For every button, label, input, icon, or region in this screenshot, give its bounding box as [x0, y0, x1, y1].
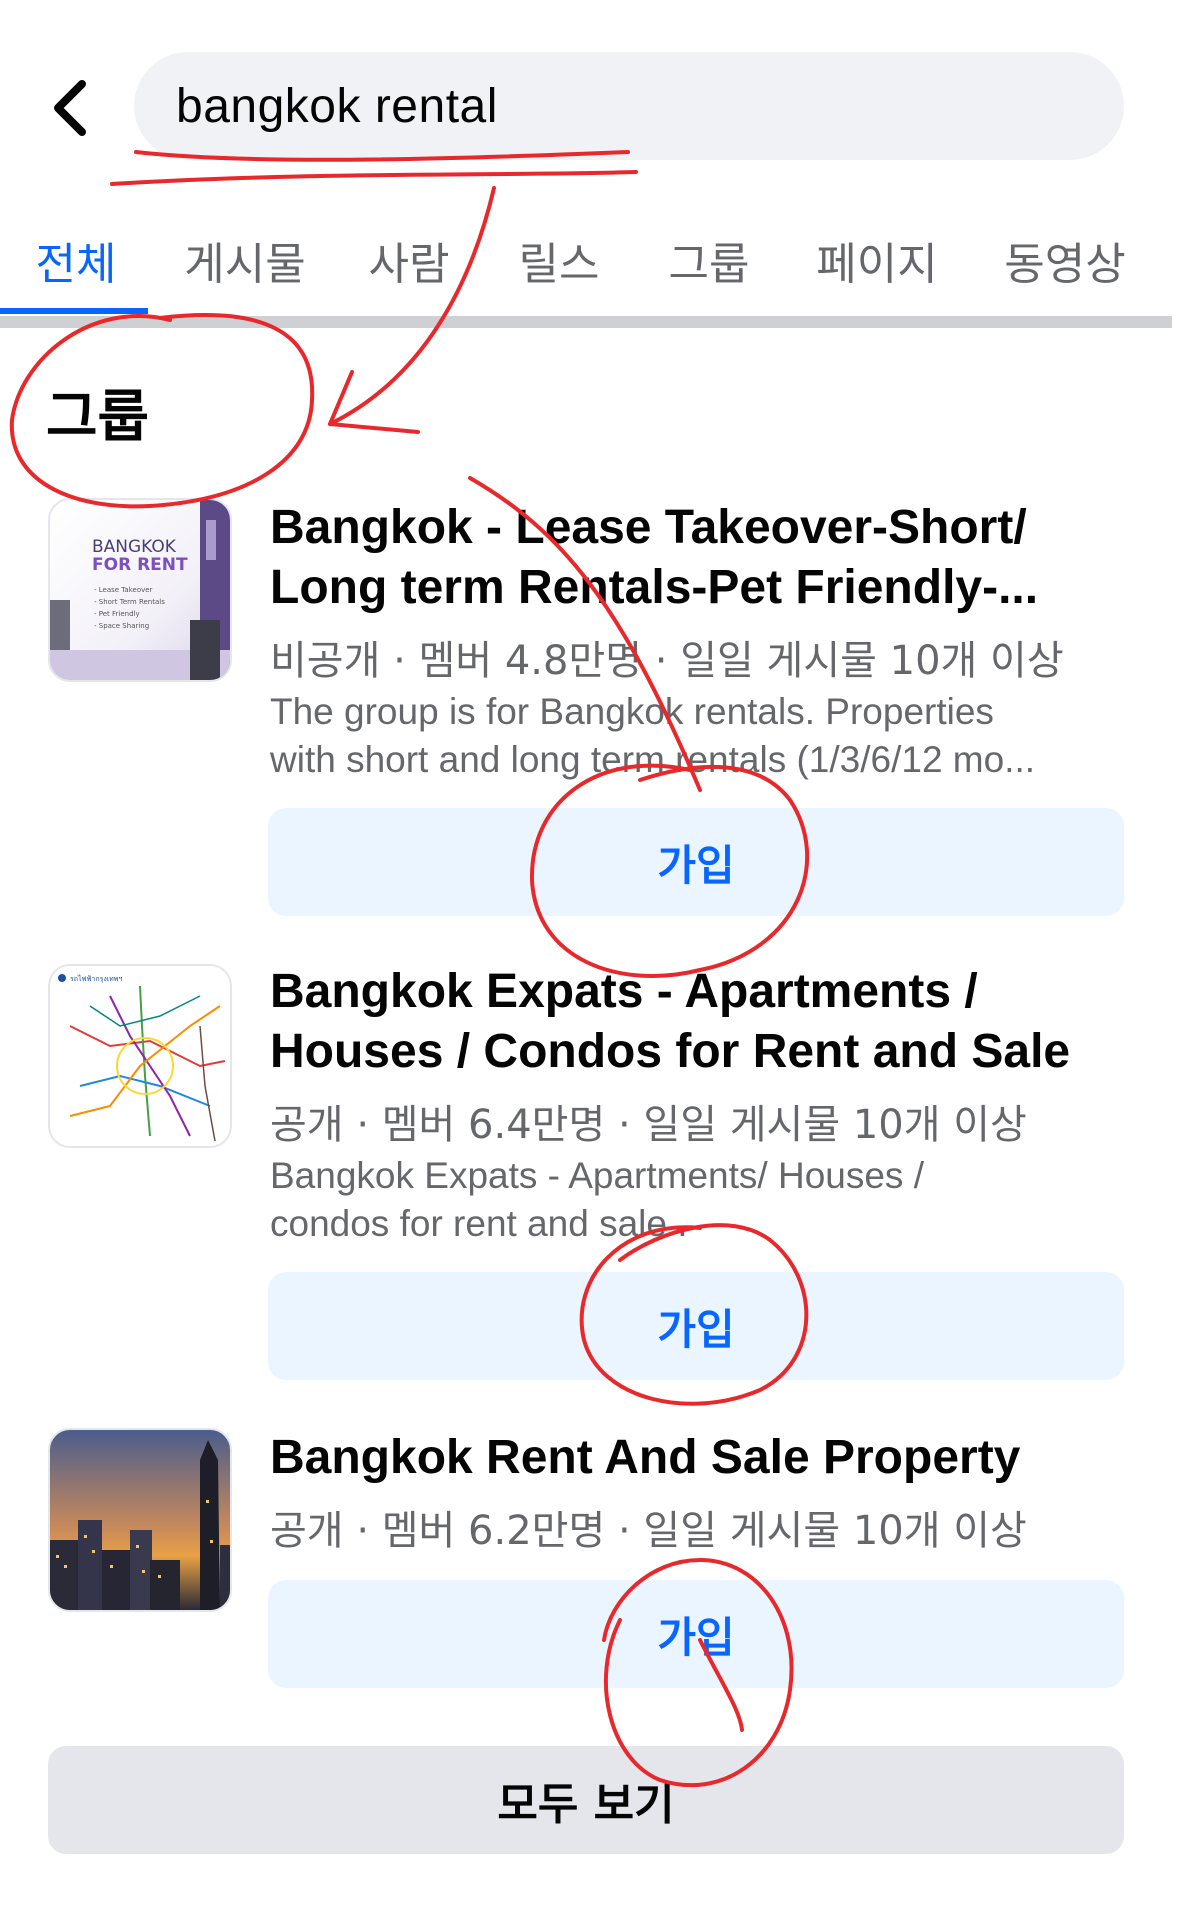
search-input[interactable]: bangkok rental: [134, 52, 1124, 160]
transit-map-image: รถไฟฟ้ากรุงเทพฯ: [58, 974, 226, 1142]
tab-pages[interactable]: 페이지: [812, 210, 942, 310]
group-description-line: The group is for Bangkok rentals. Proper…: [270, 691, 994, 732]
group-meta: 공개 · 멤버 6.2만명 · 일일 게시물 10개 이상: [270, 1508, 1027, 1554]
search-underline-stroke: [110, 170, 638, 186]
chevron-left-icon: [54, 80, 86, 136]
thumb-bullet: - Lease Takeover: [94, 586, 153, 594]
join-button[interactable]: 가입: [268, 808, 1124, 916]
group-title-line: Bangkok Expats - Apartments /: [270, 965, 978, 1018]
thumb-bullet: - Space Sharing: [94, 622, 149, 630]
join-button[interactable]: 가입: [268, 1272, 1124, 1380]
tab-groups[interactable]: 그룹: [664, 210, 754, 310]
search-query: bangkok rental: [176, 79, 498, 133]
group-title-line: Houses / Condos for Rent and Sale: [270, 1025, 1071, 1078]
group-title[interactable]: Bangkok Expats - Apartments / Houses / C…: [270, 962, 1130, 1082]
group-description-line: with short and long term rentals (1/3/6/…: [270, 739, 1036, 780]
group-description: The group is for Bangkok rentals. Proper…: [270, 688, 1130, 784]
group-title-line: Long term Rentals-Pet Friendly-...: [270, 561, 1039, 614]
group-thumbnail[interactable]: รถไฟฟ้ากรุงเทพฯ: [48, 964, 232, 1148]
see-all-button[interactable]: 모두 보기: [48, 1746, 1124, 1854]
group-description-line: Bangkok Expats - Apartments/ Houses /: [270, 1155, 924, 1196]
tab-all[interactable]: 전체: [26, 210, 126, 310]
tab-videos[interactable]: 동영상: [1000, 210, 1130, 310]
section-title: 그룹: [46, 385, 150, 450]
group-title-line: Bangkok Rent And Sale Property: [270, 1431, 1021, 1484]
tabs-divider: [0, 316, 1172, 328]
group-thumbnail[interactable]: [48, 1428, 232, 1612]
group-meta: 공개 · 멤버 6.4만명 · 일일 게시물 10개 이상: [270, 1102, 1027, 1148]
join-button[interactable]: 가입: [268, 1580, 1124, 1688]
bangkok-for-rent-image: BANGKOK FOR RENT - Lease Takeover - Shor…: [50, 500, 230, 680]
city-skyline-image: [50, 1440, 230, 1610]
tab-posts[interactable]: 게시물: [180, 210, 310, 310]
group-title-line: Bangkok - Lease Takeover-Short/: [270, 501, 1027, 554]
group-thumbnail[interactable]: BANGKOK FOR RENT - Lease Takeover - Shor…: [48, 498, 232, 682]
thumb-line1: BANGKOK: [92, 537, 177, 557]
tab-reels[interactable]: 릴스: [514, 210, 604, 310]
tab-people[interactable]: 사람: [364, 210, 454, 310]
search-filter-tabs: 전체 게시물 사람 릴스 그룹 페이지 동영상: [0, 210, 1179, 320]
active-tab-indicator: [0, 308, 148, 314]
group-meta: 비공개 · 멤버 4.8만명 · 일일 게시물 10개 이상: [270, 638, 1064, 684]
group-description-line: condos for rent and sale .: [270, 1203, 688, 1244]
group-title[interactable]: Bangkok - Lease Takeover-Short/ Long ter…: [270, 498, 1130, 618]
arrowhead-stroke: [328, 370, 354, 426]
back-button[interactable]: [38, 70, 102, 146]
thumb-line2: FOR RENT: [92, 555, 188, 575]
arrowhead-stroke: [328, 422, 420, 434]
group-title[interactable]: Bangkok Rent And Sale Property: [270, 1428, 1130, 1488]
thumb-bullet: - Short Term Rentals: [94, 598, 165, 606]
group-description: Bangkok Expats - Apartments/ Houses / co…: [270, 1152, 1130, 1248]
thumb-bullet: - Pet Friendly: [94, 610, 140, 618]
thumb-caption: รถไฟฟ้ากรุงเทพฯ: [70, 974, 122, 983]
